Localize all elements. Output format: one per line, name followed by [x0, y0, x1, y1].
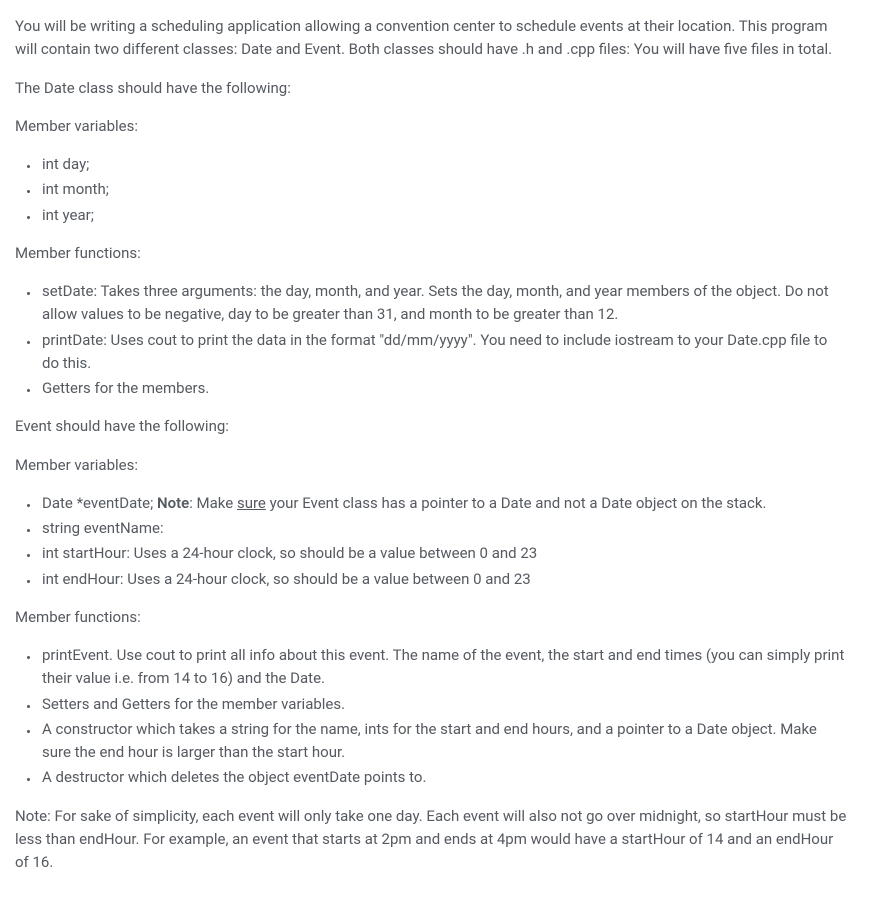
list-item: printDate: Uses cout to print the data i… — [40, 329, 847, 376]
member-variables-heading: Member variables: — [15, 454, 847, 477]
note-final-paragraph: Note: For sake of simplicity, each event… — [15, 805, 847, 875]
intro-paragraph: You will be writing a scheduling applica… — [15, 15, 847, 62]
member-functions-heading: Member functions: — [15, 606, 847, 629]
list-item: int endHour: Uses a 24-hour clock, so sh… — [40, 568, 847, 591]
list-item: int day; — [40, 153, 847, 176]
member-functions-heading: Member functions: — [15, 242, 847, 265]
text: : Make — [189, 494, 237, 512]
event-member-variables-list: Date *eventDate; Note: Make sure your Ev… — [15, 492, 847, 591]
list-item: Setters and Getters for the member varia… — [40, 693, 847, 716]
list-item: Getters for the members. — [40, 377, 847, 400]
list-item: A constructor which takes a string for t… — [40, 718, 847, 765]
list-item: string eventName: — [40, 517, 847, 540]
note-bold: Note — [157, 494, 189, 512]
text: your Event class has a pointer to a Date… — [266, 494, 767, 512]
list-item: printEvent. Use cout to print all info a… — [40, 644, 847, 691]
list-item: int month; — [40, 178, 847, 201]
event-class-heading: Event should have the following: — [15, 415, 847, 438]
list-item: int year; — [40, 204, 847, 227]
date-member-variables-list: int day; int month; int year; — [15, 153, 847, 227]
list-item: Date *eventDate; Note: Make sure your Ev… — [40, 492, 847, 515]
text: Date *eventDate; — [42, 494, 157, 512]
date-member-functions-list: setDate: Takes three arguments: the day,… — [15, 280, 847, 400]
list-item: setDate: Takes three arguments: the day,… — [40, 280, 847, 327]
date-class-heading: The Date class should have the following… — [15, 77, 847, 100]
event-member-functions-list: printEvent. Use cout to print all info a… — [15, 644, 847, 790]
sure-underline: sure — [237, 494, 266, 512]
member-variables-heading: Member variables: — [15, 115, 847, 138]
list-item: int startHour: Uses a 24-hour clock, so … — [40, 542, 847, 565]
list-item: A destructor which deletes the object ev… — [40, 766, 847, 789]
